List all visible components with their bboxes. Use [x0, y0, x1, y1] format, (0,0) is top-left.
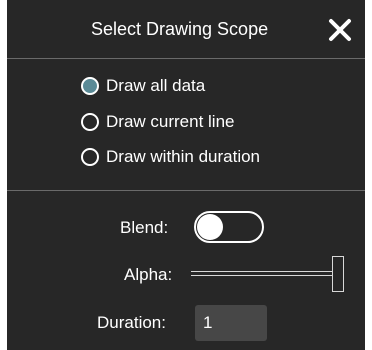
duration-input[interactable]: [195, 305, 267, 341]
dialog-title: Select Drawing Scope: [91, 19, 269, 39]
slider-track: [191, 271, 332, 276]
scope-option-all-data[interactable]: Draw all data: [81, 75, 205, 97]
radio-icon[interactable]: [81, 77, 99, 95]
toggle-knob: [197, 214, 223, 240]
scope-option-within-duration[interactable]: Draw within duration: [81, 146, 260, 168]
slider-thumb[interactable]: [332, 256, 344, 292]
radio-icon[interactable]: [81, 113, 99, 131]
alpha-label: Alpha:: [124, 265, 173, 284]
close-button[interactable]: [327, 17, 353, 43]
dialog-header: Select Drawing Scope: [7, 0, 365, 58]
section-divider: [7, 190, 365, 191]
scope-option-label: Draw current line: [106, 112, 235, 131]
blend-label: Blend:: [120, 218, 169, 237]
blend-toggle[interactable]: [194, 211, 264, 243]
duration-label: Duration:: [97, 313, 166, 332]
header-divider: [7, 58, 365, 59]
scope-option-current-line[interactable]: Draw current line: [81, 111, 235, 133]
scope-option-label: Draw within duration: [106, 147, 261, 166]
drawing-scope-dialog: Select Drawing Scope Draw all data Draw …: [7, 0, 365, 350]
scope-option-label: Draw all data: [106, 76, 206, 95]
alpha-slider[interactable]: [191, 256, 344, 294]
radio-icon[interactable]: [81, 148, 99, 166]
close-icon: [329, 19, 351, 41]
